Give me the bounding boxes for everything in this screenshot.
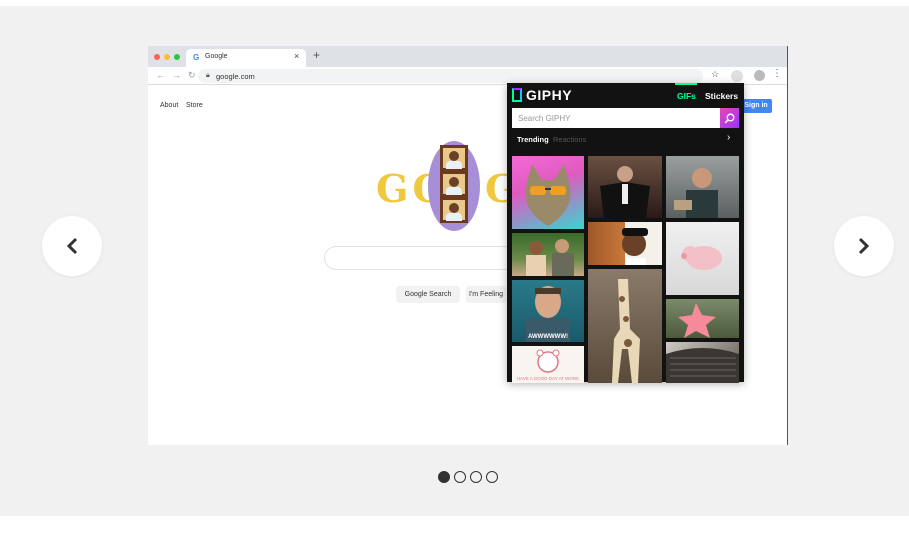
- gif-cute-bear[interactable]: HAVE A GOOD DAY AT WORK: [512, 346, 584, 383]
- forward-icon[interactable]: →: [172, 70, 181, 80]
- feeling-lucky-button[interactable]: I'm Feeling: [466, 286, 506, 303]
- pig-image: [681, 246, 722, 270]
- doodle-portrait: [440, 145, 468, 171]
- google-search-button[interactable]: Google Search: [396, 286, 460, 303]
- new-tab-button[interactable]: +: [313, 48, 320, 62]
- sign-in-button[interactable]: Sign in: [740, 99, 772, 113]
- carousel-stage: G Google × + ← → ↻ 🔒︎ google.com ☆ ⋮ Abo…: [0, 6, 909, 516]
- gif-cat-sunglasses[interactable]: [512, 156, 584, 229]
- reload-icon[interactable]: ↻: [188, 70, 196, 81]
- lock-icon: 🔒︎: [206, 72, 210, 79]
- chevron-right-icon[interactable]: ›: [727, 132, 730, 143]
- filter-reactions[interactable]: Reactions: [553, 135, 586, 144]
- cat-sunglasses-image: [525, 164, 571, 226]
- back-icon[interactable]: ←: [156, 70, 165, 80]
- carousel-pagination: [438, 471, 498, 483]
- giphy-search-field: [512, 108, 720, 128]
- tab-title: Google: [205, 53, 228, 60]
- carousel-dot-2[interactable]: [454, 471, 466, 483]
- gif-patrick-star[interactable]: [666, 299, 739, 338]
- gif-caption: AWWWWWW!: [528, 334, 568, 340]
- giphy-popup: GIPHY GIFs Stickers Trending Reactions ›: [507, 83, 744, 383]
- tab-close-icon[interactable]: ×: [294, 51, 299, 61]
- gif-caption: HAVE A GOOD DAY AT WORK: [516, 376, 580, 381]
- google-doodle-image[interactable]: [428, 141, 480, 231]
- gif-pig[interactable]: [666, 222, 739, 295]
- tab-gifs[interactable]: GIFs: [677, 91, 696, 101]
- close-window-dot[interactable]: [154, 54, 160, 60]
- gif-man-in-suit[interactable]: [588, 156, 662, 218]
- bookmark-star-icon[interactable]: ☆: [711, 69, 719, 80]
- tab-stickers[interactable]: Stickers: [705, 91, 738, 101]
- maximize-window-dot[interactable]: [174, 54, 180, 60]
- filter-trending[interactable]: Trending: [517, 135, 549, 144]
- man-in-cap-image: [622, 228, 648, 265]
- carousel-dot-1[interactable]: [438, 471, 450, 483]
- url-text: google.com: [216, 72, 255, 81]
- chevron-left-icon: [66, 237, 78, 255]
- giphy-logo-text: GIPHY: [526, 87, 573, 103]
- carousel-prev-button[interactable]: [42, 216, 102, 276]
- cat-in-bag-image: [666, 348, 739, 383]
- gif-cat-in-bag[interactable]: [666, 342, 739, 383]
- profile-avatar-icon[interactable]: [754, 70, 765, 81]
- about-link[interactable]: About: [160, 102, 178, 109]
- chevron-right-icon: [858, 237, 870, 255]
- gif-man-in-cap[interactable]: [588, 222, 662, 265]
- url-field[interactable]: 🔒︎ google.com: [198, 69, 703, 83]
- giphy-extension-icon[interactable]: [731, 70, 743, 82]
- giphy-logo-icon: [512, 88, 522, 102]
- minimize-window-dot[interactable]: [164, 54, 170, 60]
- man-awww-image: [526, 286, 570, 342]
- doodle-portrait: [440, 171, 468, 197]
- giphy-search-input[interactable]: [512, 108, 720, 128]
- gif-man-awww[interactable]: AWWWWWW!: [512, 280, 584, 342]
- gif-man-eating[interactable]: [666, 156, 739, 218]
- carousel-dot-3[interactable]: [470, 471, 482, 483]
- carousel-dot-4[interactable]: [486, 471, 498, 483]
- man-eating-image: [674, 168, 718, 218]
- store-link[interactable]: Store: [186, 102, 203, 109]
- patrick-star-image: [678, 303, 716, 338]
- browser-tab-bar: G Google × +: [148, 46, 787, 67]
- man-in-suit-image: [600, 166, 650, 218]
- google-search-input[interactable]: [324, 246, 524, 270]
- giraffe-image: [612, 279, 640, 383]
- giphy-search-button[interactable]: [720, 108, 739, 128]
- couple-image: [526, 239, 574, 276]
- browser-tab-google[interactable]: G Google ×: [186, 49, 306, 67]
- carousel-next-button[interactable]: [834, 216, 894, 276]
- browser-menu-icon[interactable]: ⋮: [772, 68, 782, 79]
- gifs-tab-indicator: [675, 83, 697, 85]
- gif-baby-giraffe[interactable]: [588, 269, 662, 383]
- doodle-portrait: [440, 197, 468, 223]
- search-icon: [724, 113, 735, 123]
- gif-couple-outdoors[interactable]: [512, 233, 584, 276]
- google-favicon-icon: G: [193, 53, 200, 62]
